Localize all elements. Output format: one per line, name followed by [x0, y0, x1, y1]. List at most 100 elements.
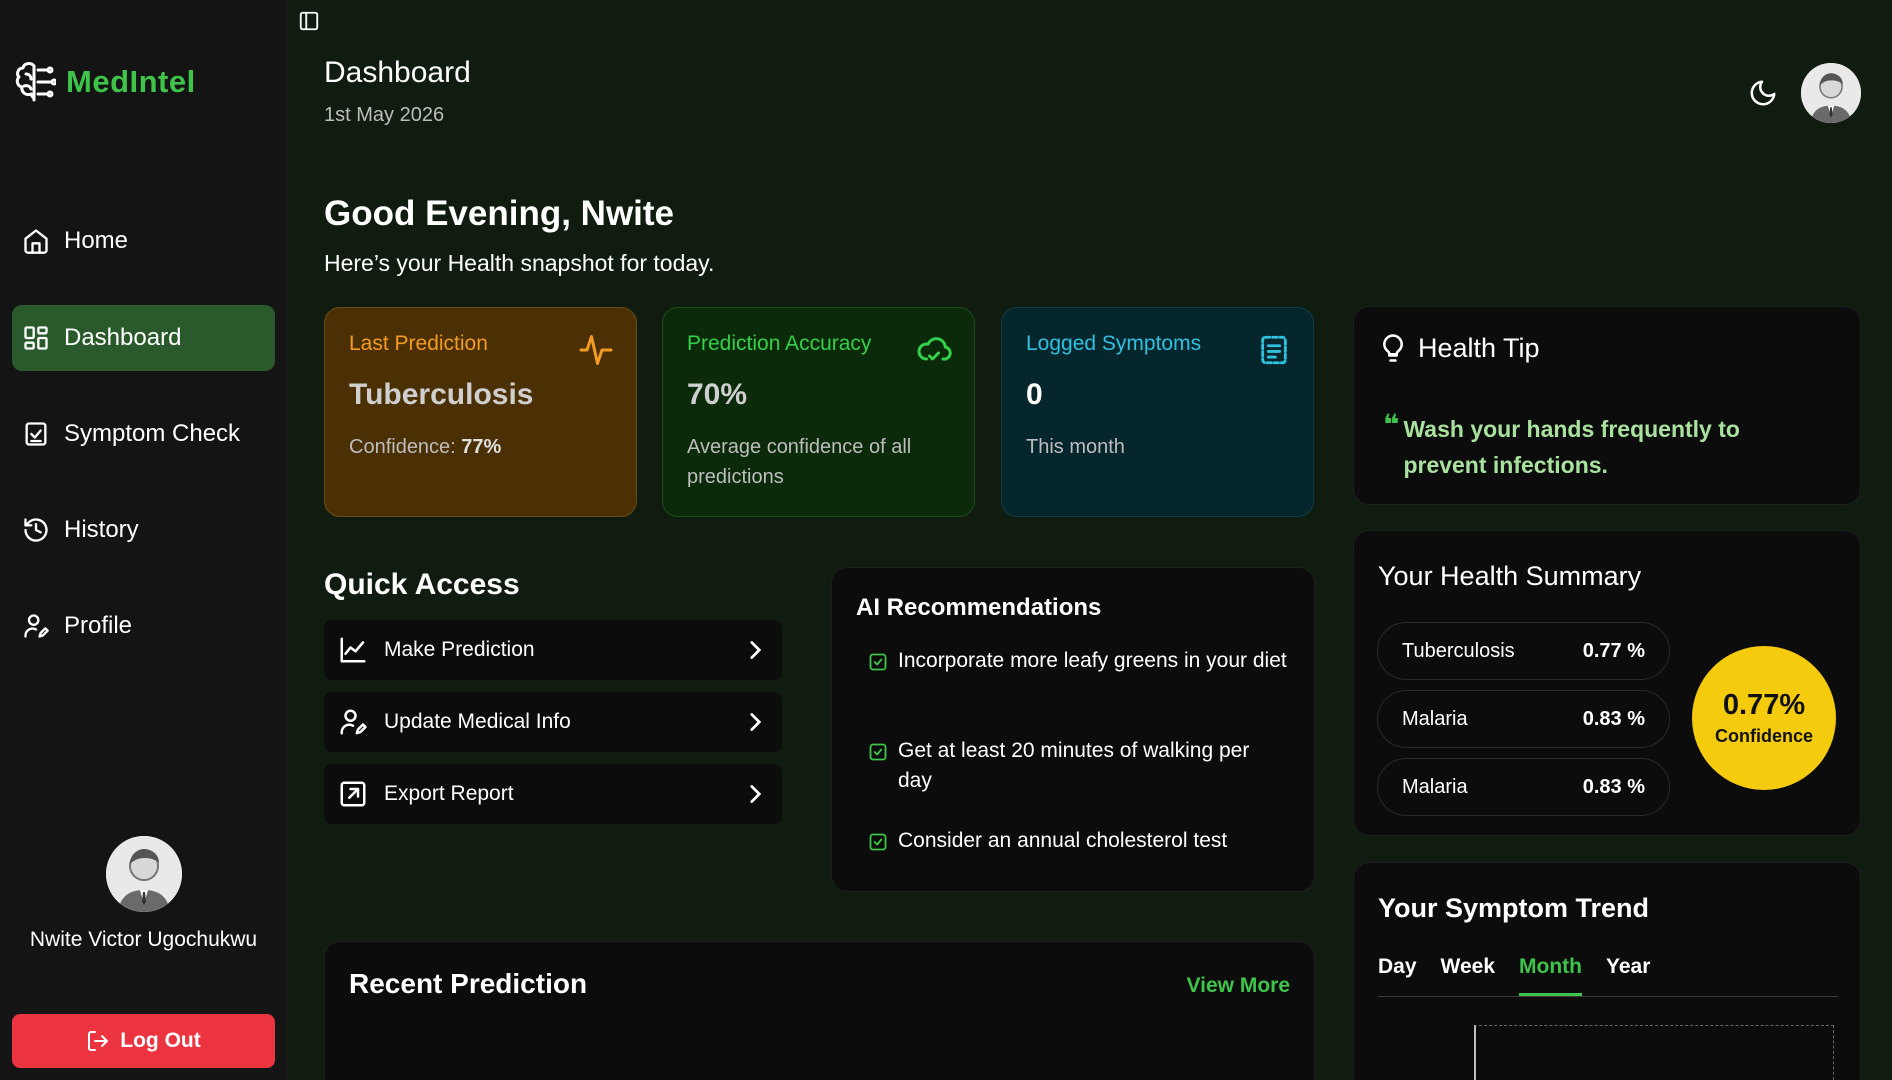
recent-prediction-card: Recent Prediction View More	[324, 941, 1315, 1080]
quick-access-title: Quick Access	[324, 568, 520, 601]
summary-row-name: Malaria	[1402, 707, 1468, 730]
lightbulb-icon	[1383, 334, 1403, 362]
card-value: 0	[1026, 378, 1043, 411]
summary-row-name: Tuberculosis	[1402, 639, 1515, 662]
logout-icon	[88, 1031, 109, 1051]
dashboard-icon	[24, 326, 48, 350]
ai-recommendations-card: AI Recommendations Incorporate more leaf…	[831, 567, 1315, 892]
sidebar-toggle-icon	[299, 11, 319, 31]
card-label: Logged Symptoms	[1026, 332, 1202, 355]
summary-row-name: Malaria	[1402, 775, 1468, 798]
logout-label: Log Out	[120, 1029, 201, 1052]
user-edit-icon	[340, 709, 367, 735]
sidebar-item-label: Home	[64, 227, 129, 254]
summary-row-value: 0.83 %	[1582, 707, 1645, 730]
gauge-label: Confidence	[1714, 726, 1813, 746]
tab-year[interactable]: Year	[1606, 955, 1650, 996]
sidebar-item-symptom-check[interactable]: Symptom Check	[12, 401, 275, 467]
greeting-title: Good Evening, Nwite	[324, 194, 675, 233]
tab-day[interactable]: Day	[1378, 955, 1417, 996]
card-note: Confidence: 77%	[349, 432, 612, 462]
recommendation-text: Consider an annual cholesterol test	[898, 829, 1228, 852]
quote-icon: ❝	[1383, 409, 1400, 440]
last-prediction-card: Last Prediction Tuberculosis Confidence:…	[324, 307, 637, 517]
chevron-right-icon	[750, 785, 762, 803]
summary-row-value: 0.77 %	[1582, 639, 1645, 662]
sidebar-item-home[interactable]: Home	[12, 208, 275, 274]
card-value: 70%	[687, 378, 748, 411]
quick-access-label: Update Medical Info	[384, 710, 571, 733]
cloud-check-icon	[917, 337, 952, 361]
list-item: Get at least 20 minutes of walking per d…	[868, 736, 1288, 796]
summary-row-value: 0.83 %	[1582, 775, 1645, 798]
check-square-icon	[869, 653, 887, 671]
moon-icon	[1750, 80, 1776, 106]
sidebar: MedIntel Home Dashboard Symptom Check Hi…	[0, 0, 287, 1080]
symptom-trend-title: Your Symptom Trend	[1378, 893, 1650, 923]
logout-button[interactable]: Log Out	[12, 1014, 275, 1068]
card-note: This month	[1026, 436, 1125, 458]
view-more-link[interactable]: View More	[1187, 974, 1290, 998]
export-report-button[interactable]: Export Report	[324, 764, 782, 824]
recommendation-text: Incorporate more leafy greens in your di…	[898, 649, 1287, 672]
card-label: Last Prediction	[349, 332, 488, 355]
tab-month[interactable]: Month	[1519, 955, 1582, 996]
check-square-icon	[869, 743, 887, 761]
list-item: Incorporate more leafy greens in your di…	[868, 646, 1288, 676]
sidebar-item-label: Symptom Check	[64, 420, 241, 447]
health-summary-card: Your Health Summary Tuberculosis 0.77 % …	[1353, 530, 1861, 836]
confidence-gauge: 0.77% Confidence	[1692, 646, 1836, 790]
notes-icon	[1261, 335, 1287, 365]
ai-recommendations-title: AI Recommendations	[856, 594, 1102, 621]
app-logo[interactable]: MedIntel	[14, 60, 196, 104]
sidebar-item-label: History	[64, 516, 139, 543]
card-value: Tuberculosis	[349, 378, 534, 411]
quick-access-label: Export Report	[384, 782, 514, 805]
greeting-subtitle: Here’s your Health snapshot for today.	[324, 250, 715, 276]
logged-symptoms-card: Logged Symptoms 0 This month	[1001, 307, 1314, 517]
trend-chart-area	[1474, 1025, 1834, 1080]
sidebar-item-label: Profile	[64, 612, 133, 639]
trend-tabs: Day Week Month Year	[1378, 955, 1838, 997]
health-tip-body: Wash your hands frequently to prevent in…	[1403, 416, 1740, 478]
summary-row: Tuberculosis 0.77 %	[1377, 622, 1670, 680]
sidebar-toggle-button[interactable]	[298, 10, 320, 32]
brain-icon	[15, 62, 56, 102]
avatar[interactable]	[105, 836, 182, 912]
sidebar-item-history[interactable]: History	[12, 497, 275, 563]
sidebar-user: Nwite Victor Ugochukwu	[0, 836, 287, 952]
summary-row: Malaria 0.83 %	[1377, 758, 1670, 816]
chevron-right-icon	[750, 713, 762, 731]
sidebar-item-profile[interactable]: Profile	[12, 593, 275, 659]
confidence-value: 77%	[461, 436, 502, 458]
sidebar-item-dashboard[interactable]: Dashboard	[12, 305, 275, 371]
card-label: Prediction Accuracy	[687, 332, 872, 355]
prediction-accuracy-card: Prediction Accuracy 70% Average confiden…	[662, 307, 975, 517]
tab-week[interactable]: Week	[1441, 955, 1495, 996]
user-edit-icon	[24, 614, 49, 638]
sidebar-user-name: Nwite Victor Ugochukwu	[29, 928, 258, 951]
clipboard-check-icon	[25, 422, 47, 446]
health-tip-text: ❝ Wash your hands frequently to prevent …	[1383, 411, 1823, 483]
export-icon	[340, 781, 366, 807]
gauge-value: 0.77%	[1722, 689, 1806, 721]
symptom-trend-card: Your Symptom Trend Day Week Month Year	[1353, 862, 1861, 1080]
confidence-label: Confidence:	[349, 436, 462, 458]
check-square-icon	[869, 833, 887, 851]
header-avatar[interactable]	[1801, 63, 1861, 123]
theme-toggle-button[interactable]	[1748, 78, 1778, 108]
activity-icon	[579, 335, 613, 365]
page-date: 1st May 2026	[324, 104, 445, 126]
make-prediction-button[interactable]: Make Prediction	[324, 620, 782, 680]
recent-prediction-title: Recent Prediction	[349, 968, 588, 999]
home-icon	[24, 229, 48, 254]
recommendation-text: Get at least 20 minutes of walking per d…	[898, 739, 1250, 792]
health-tip-card: Health Tip ❝ Wash your hands frequently …	[1353, 306, 1861, 505]
health-tip-title: Health Tip	[1418, 332, 1540, 363]
update-medical-info-button[interactable]: Update Medical Info	[324, 692, 782, 752]
app-name: MedIntel	[66, 64, 196, 99]
health-summary-title: Your Health Summary	[1378, 561, 1642, 591]
health-tip-header: Health Tip	[1378, 331, 1836, 365]
quick-access-label: Make Prediction	[384, 638, 535, 661]
page-title: Dashboard	[324, 56, 471, 89]
